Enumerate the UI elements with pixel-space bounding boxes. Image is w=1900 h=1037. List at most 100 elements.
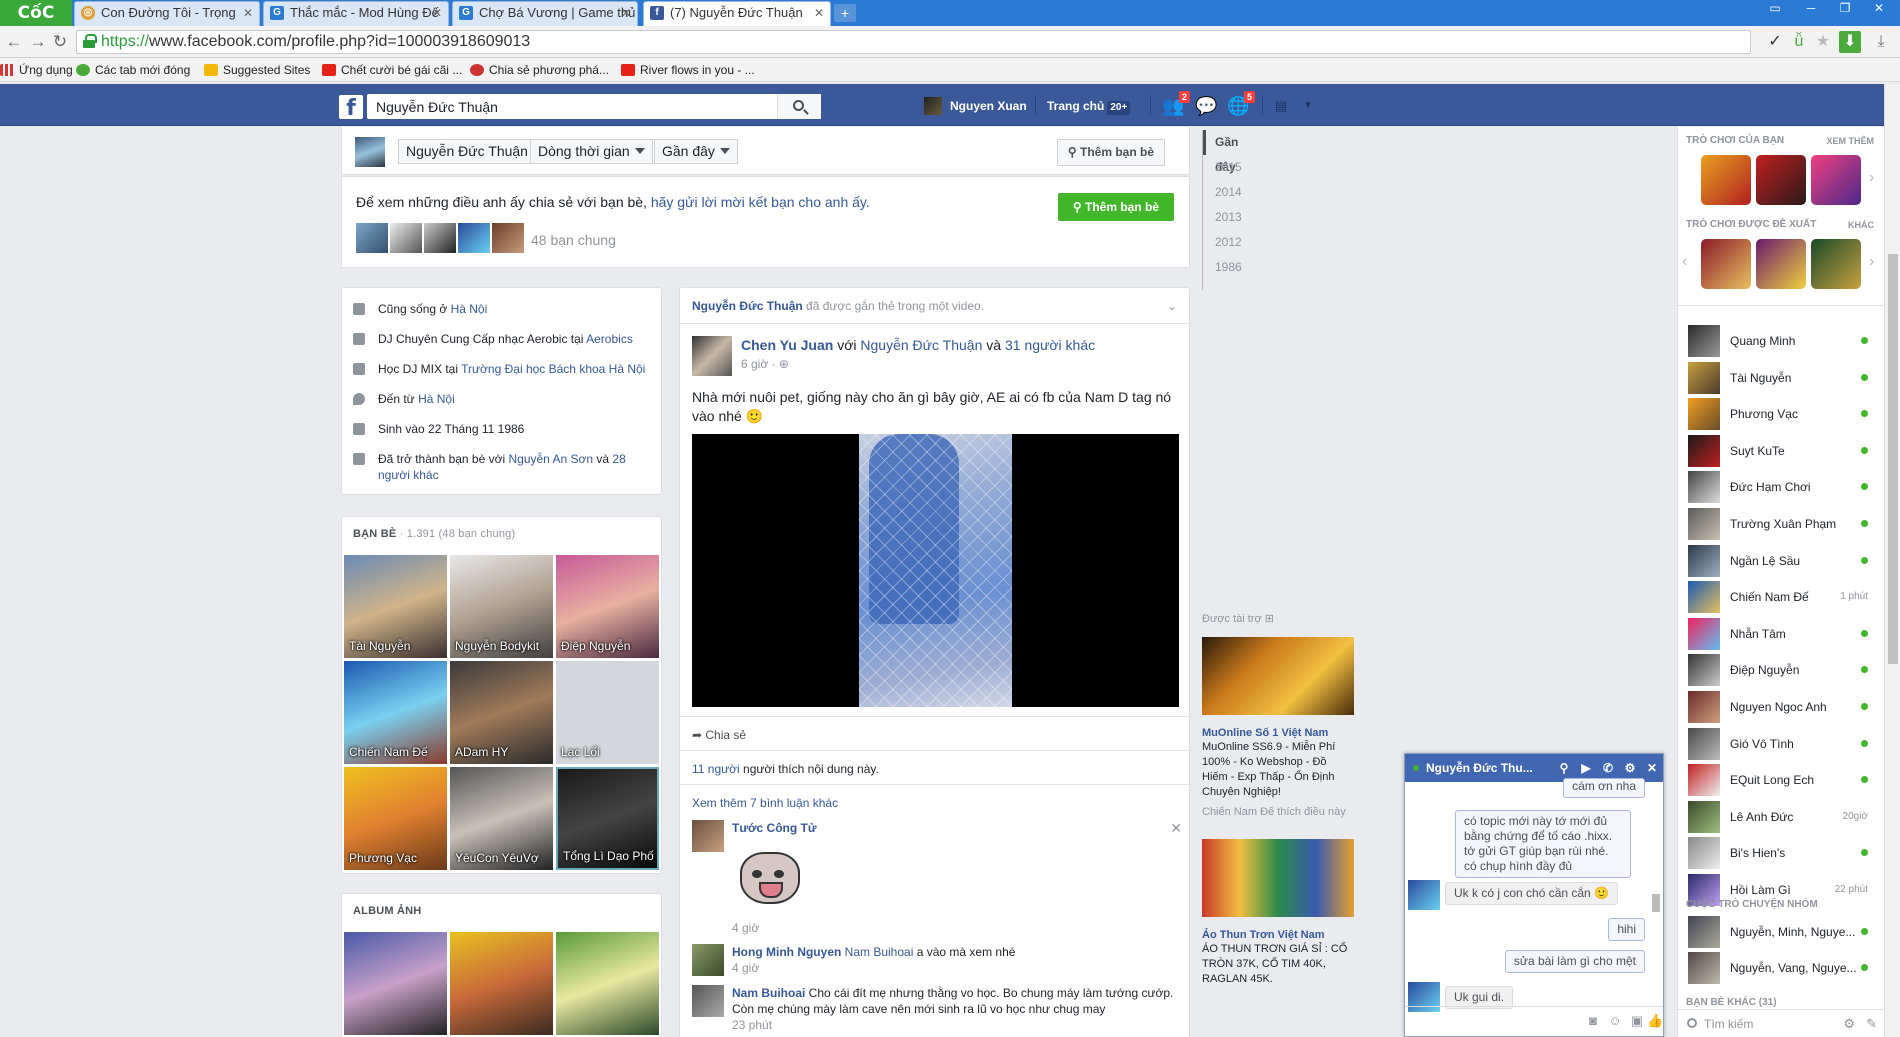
browser-tab[interactable]: G Chợ Bá Vương | Game thủ ✕ <box>452 1 638 26</box>
contact-item[interactable]: Lê Anh Đức 20giờ <box>1688 800 1878 833</box>
notifications-icon[interactable]: 🌐 5 <box>1227 91 1255 116</box>
profile-thumbnail[interactable] <box>355 137 385 167</box>
friend-tile[interactable]: Chiến Nam Đế <box>344 661 447 764</box>
game-icon[interactable] <box>1756 155 1806 205</box>
mutual-friend-thumb[interactable] <box>356 223 388 253</box>
mutual-friend-thumb[interactable] <box>458 223 490 253</box>
album-tile[interactable] <box>344 932 447 1035</box>
reload-icon[interactable]: ↻ <box>50 32 70 52</box>
scrubber-item[interactable]: 2012 <box>1203 230 1262 255</box>
see-more-link[interactable]: XEM THÊM <box>1826 136 1874 146</box>
view-more-comments[interactable]: Xem thêm 7 bình luận khác <box>692 796 838 810</box>
friend-requests-icon[interactable]: 👥 2 <box>1162 91 1190 116</box>
scrubber-item[interactable]: 2014 <box>1203 180 1262 205</box>
emoji-icon[interactable]: ☺ <box>1607 1013 1623 1029</box>
browser-tab[interactable]: ◎ Con Đường Tôi - Trọng ✕ <box>74 1 260 26</box>
coccoc-logo[interactable]: CốC CốC <box>0 0 72 49</box>
browser-tab[interactable]: G Thắc mắc - Mod Hùng Đế ✕ <box>263 1 449 26</box>
chevron-left-icon[interactable]: ‹ <box>1682 253 1687 271</box>
url-field[interactable]: https://www.facebook.com/profile.php?id=… <box>76 30 1751 54</box>
chevron-right-icon[interactable]: › <box>1869 169 1874 187</box>
chevron-right-icon[interactable]: › <box>1869 253 1874 271</box>
other-link[interactable]: KHÁC <box>1848 220 1874 230</box>
bookmark-suggested-sites[interactable]: Suggested Sites <box>204 62 310 78</box>
minimize-window-icon[interactable]: ─ <box>1796 0 1826 18</box>
facebook-logo-icon[interactable]: f <box>339 95 363 121</box>
mutual-friend-thumb[interactable] <box>390 223 422 253</box>
profile-link[interactable]: Nguyen Xuan <box>924 96 1027 116</box>
avatar[interactable] <box>1408 880 1440 910</box>
scrubber-item[interactable]: 2013 <box>1203 205 1262 230</box>
chat-search-input[interactable]: Tìm kiếm <box>1704 1017 1753 1031</box>
like-icon[interactable]: 👍 <box>1647 1013 1663 1029</box>
bookmark-apps[interactable]: Ứng dụng <box>0 62 73 78</box>
compose-icon[interactable]: ✎ <box>1866 1016 1877 1032</box>
minimize-icon[interactable]: ▭ <box>1760 0 1790 18</box>
browser-tab-active[interactable]: f (7) Nguyễn Đức Thuận ✕ <box>643 1 831 26</box>
contact-item[interactable]: Phương Vạc <box>1688 398 1878 431</box>
friend-tile[interactable]: ADam HY <box>450 661 553 764</box>
album-tile[interactable] <box>450 932 553 1035</box>
gear-icon[interactable]: ⚙ <box>1843 1016 1855 1032</box>
timeline-selector[interactable]: Dòng thời gian <box>530 139 653 164</box>
avatar[interactable] <box>692 985 724 1017</box>
messages-icon[interactable]: 💬 <box>1195 96 1217 116</box>
ad-image[interactable] <box>1202 839 1354 917</box>
contact-item[interactable]: EQuit Long Ech <box>1688 764 1878 797</box>
star-icon[interactable]: ★ <box>1812 31 1834 53</box>
contact-item[interactable]: Gió Vô Tình <box>1688 727 1878 760</box>
search-input[interactable] <box>367 94 777 119</box>
camera-icon[interactable]: ◙ <box>1585 1013 1601 1029</box>
bookmark-youtube-2[interactable]: River flows in you - ... <box>621 62 755 78</box>
chat-search-bar[interactable]: Tìm kiếm ⚙ ✎ <box>1678 1009 1885 1037</box>
friend-tile[interactable]: Tổng Lì Dạo Phố <box>556 767 659 870</box>
chevron-down-icon[interactable]: ▼ <box>1297 96 1319 116</box>
friend-tile[interactable]: Phương Vạc <box>344 767 447 870</box>
extension-icon[interactable]: ǚ <box>1788 31 1810 53</box>
game-icon[interactable] <box>1701 155 1751 205</box>
contact-item[interactable]: Nhẫn Tâm <box>1688 617 1878 650</box>
contact-item[interactable]: Ngần Lệ Sầu <box>1688 544 1878 577</box>
share-button[interactable]: ➦ Chia sẻ <box>692 728 746 742</box>
search-button[interactable] <box>777 94 821 119</box>
avatar[interactable] <box>692 336 732 376</box>
send-request-link[interactable]: hãy gửi lời mời kết bạn cho anh ấy. <box>651 194 870 210</box>
group-chat-item[interactable]: Nguyễn, Minh, Nguye... <box>1688 916 1878 948</box>
add-friend-button[interactable]: ⚲ Thêm bạn bè <box>1056 139 1165 166</box>
ad-item[interactable]: Áo Thun Trơn Việt Nam ÁO THUN TRƠN GIÁ S… <box>1202 839 1354 987</box>
game-icon[interactable] <box>1811 239 1861 289</box>
chevron-down-icon[interactable]: ⌄ <box>1167 299 1177 313</box>
back-icon[interactable]: ← <box>4 32 24 52</box>
scrubber-item[interactable]: 1986 <box>1203 255 1262 280</box>
forward-icon[interactable]: → <box>28 32 48 52</box>
contact-item[interactable]: Trường Xuân Phạm <box>1688 508 1878 540</box>
mutual-friends-count[interactable]: 48 bạn chung <box>531 232 616 248</box>
scrubber-item[interactable]: Gần đây <box>1203 130 1262 174</box>
avatar[interactable] <box>692 820 724 852</box>
group-chat-item[interactable]: Nguyễn, Vang, Nguye... <box>1688 952 1878 984</box>
close-icon[interactable]: ✕ <box>1170 820 1182 837</box>
ads-icon[interactable]: ⊞ <box>1265 613 1274 625</box>
page-scrollbar[interactable] <box>1884 84 1900 1037</box>
profile-name-selector[interactable]: Nguyễn Đức Thuận <box>398 139 536 164</box>
privacy-shortcuts-icon[interactable]: ▤ <box>1270 96 1292 116</box>
scrollbar-thumb[interactable] <box>1888 254 1898 664</box>
friends-heading[interactable]: BẠN BÈ · 1.391 (48 bạn chung) <box>353 528 515 540</box>
post-timestamp[interactable]: 6 giờ · ⊕ <box>741 357 789 371</box>
contact-item[interactable]: Bi's Hien's <box>1688 837 1878 870</box>
chat-scrollbar[interactable] <box>1651 782 1661 1008</box>
bookmark-closed-tabs[interactable]: Các tab mới đóng <box>76 62 190 78</box>
contact-item[interactable]: Tài Nguyễn <box>1688 361 1878 394</box>
download-icon[interactable]: ⬇ <box>1839 31 1861 53</box>
friend-tile[interactable]: YêuCon YêuVợ <box>450 767 553 870</box>
close-icon[interactable]: ✕ <box>243 2 253 24</box>
friend-tile[interactable]: Lạc Lối <box>556 661 659 764</box>
scrollbar-thumb[interactable] <box>1652 894 1660 912</box>
bookmark-youtube-1[interactable]: Chết cười bé gái cãi ... <box>322 62 462 78</box>
close-window-icon[interactable]: ✕ <box>1864 0 1894 18</box>
friend-tile[interactable]: Tài Nguyễn <box>344 555 447 658</box>
add-friend-green-button[interactable]: ⚲ Thêm bạn bè <box>1057 193 1174 221</box>
scrubber-item[interactable]: 2015 <box>1203 155 1262 180</box>
gif-icon[interactable]: ▣ <box>1629 1013 1645 1029</box>
new-tab-button[interactable]: + <box>834 4 856 22</box>
